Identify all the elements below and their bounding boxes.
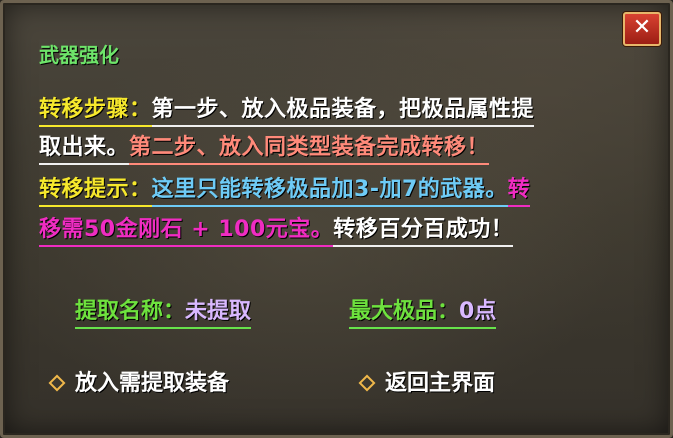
- insert-equipment-label: 放入需提取装备: [75, 371, 230, 396]
- transfer-success-text: 转移百分百成功！: [333, 211, 514, 247]
- transfer-cost-text-1: 转: [507, 171, 531, 207]
- max-quality-label: 最大极品：: [349, 299, 460, 324]
- transfer-tips-text-1: 这里只能转移极品加3-加7的武器。: [151, 171, 508, 207]
- diamond-icon: [48, 374, 66, 391]
- info-line-4: 移需50金刚石 + 100元宝。转移百分百成功！: [39, 211, 514, 247]
- transfer-steps-label: 转移步骤：: [39, 91, 152, 127]
- info-line-1: 转移步骤：第一步、放入极品装备，把极品属性提: [39, 91, 535, 127]
- weapon-enhance-panel: 武器强化 ✕ 转移步骤：第一步、放入极品装备，把极品属性提 取出来。第二步、放入…: [0, 0, 673, 438]
- return-main-label: 返回主界面: [385, 371, 496, 396]
- extract-name-value: 未提取: [185, 299, 252, 324]
- close-button[interactable]: ✕: [623, 12, 661, 46]
- panel-title: 武器强化: [39, 43, 119, 67]
- info-line-3: 转移提示：这里只能转移极品加3-加7的武器。转: [39, 171, 531, 207]
- transfer-tips-label: 转移提示：: [39, 171, 152, 207]
- close-icon: ✕: [632, 15, 652, 40]
- max-quality-value: 0点: [459, 299, 497, 324]
- max-quality-stat: 最大极品：0点: [349, 293, 497, 329]
- transfer-steps-text-3: 第二步、放入同类型装备完成转移！: [129, 129, 490, 165]
- transfer-steps-text-2: 取出来。: [39, 129, 130, 165]
- extract-name-stat: 提取名称：未提取: [75, 293, 252, 329]
- diamond-icon: [358, 374, 376, 391]
- insert-equipment-button[interactable]: 放入需提取装备: [47, 365, 229, 397]
- info-line-2: 取出来。第二步、放入同类型装备完成转移！: [39, 129, 490, 165]
- extract-name-label: 提取名称：: [75, 299, 186, 324]
- transfer-steps-text-1: 第一步、放入极品装备，把极品属性提: [151, 91, 535, 127]
- transfer-cost-text-2: 移需50金刚石 + 100元宝。: [39, 211, 334, 247]
- return-main-button[interactable]: 返回主界面: [357, 365, 495, 397]
